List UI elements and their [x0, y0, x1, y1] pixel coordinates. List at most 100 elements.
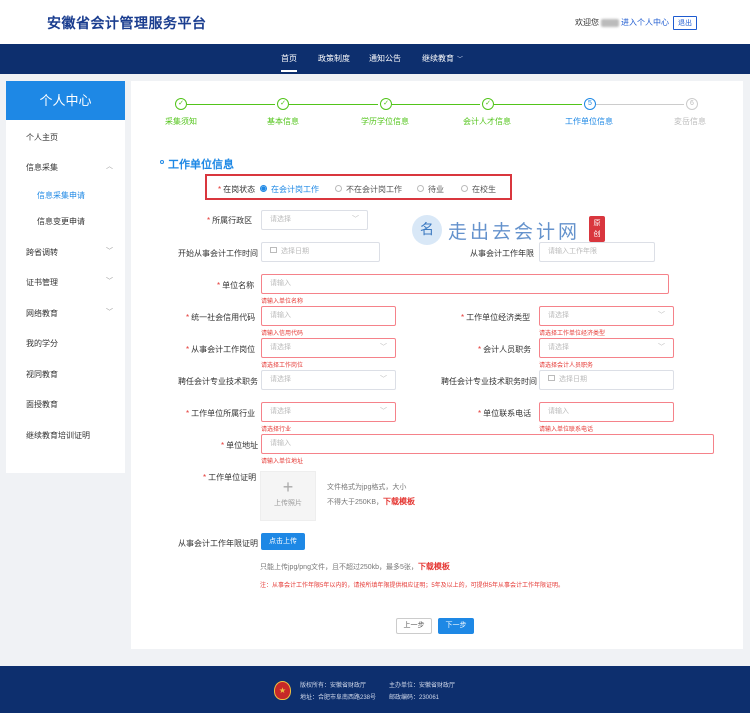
personal-center-link[interactable]: 进入个人中心 — [621, 18, 669, 27]
post-select[interactable]: 请选择 ﹀ — [261, 338, 396, 358]
start-time-label: 开始从事会计工作时间 — [178, 249, 258, 258]
years-input[interactable]: 请输入工作年限 — [539, 242, 655, 262]
sidebar-item-credits[interactable]: 我的学分 — [26, 338, 58, 349]
sidebar-item-equivalent-education[interactable]: 视同教育 — [26, 369, 58, 380]
address-error: 请输入单位地址 — [261, 459, 304, 465]
nav-policy[interactable]: 政策制度 — [318, 44, 350, 74]
footer-owner: 版权所有：安徽省财政厅 — [300, 683, 367, 689]
radio-unemployed[interactable]: 待业 — [417, 184, 444, 195]
step-label-notice: 采集须知 — [165, 117, 197, 126]
tech-time-datepicker[interactable]: 选择日期 — [539, 370, 674, 390]
region-label: * 所属行政区 — [207, 216, 253, 225]
proof-hint-line2: 不得大于250KB，下载模板 — [327, 497, 416, 506]
radio-circle-icon — [417, 185, 424, 193]
credit-code-error: 请输入信用代码 — [261, 331, 304, 337]
watermark-text: 走出去会计网 — [448, 221, 581, 243]
nav-continuing-education[interactable]: 继续教育 ﹀ — [422, 44, 463, 74]
staff-duty-select[interactable]: 请选择 ﹀ — [539, 338, 674, 358]
footer-address: 地址：合肥市阜南西路238号 — [300, 695, 377, 701]
upload-photo-label: 上传照片 — [274, 500, 302, 507]
unit-name-input[interactable]: 请输入 — [261, 274, 669, 294]
upload-button[interactable]: 点击上传 — [261, 533, 305, 550]
sidebar-item-transfer[interactable]: 跨省调转 — [26, 247, 58, 258]
prev-button[interactable]: 上一步 — [396, 618, 432, 634]
phone-input[interactable]: 请输入 — [539, 402, 674, 422]
radio-student[interactable]: 在校生 — [461, 184, 496, 195]
tech-time-label: 聘任会计专业技术职务时间 — [441, 377, 537, 386]
radio-on-duty-label: 在会计岗工作 — [271, 185, 319, 194]
username-redacted — [601, 18, 619, 27]
years-label: 从事会计工作年限 — [470, 249, 534, 258]
sidebar-item-inperson-education[interactable]: 面授教育 — [26, 399, 58, 410]
econ-type-select[interactable]: 请选择 ﹀ — [539, 306, 674, 326]
region-select[interactable]: 请选择 ﹀ — [261, 210, 368, 230]
industry-error: 请选择行业 — [261, 427, 292, 433]
chevron-down-icon: ﹀ — [457, 57, 464, 63]
photo-upload-box[interactable]: + 上传照片 — [260, 471, 316, 521]
sidebar-item-certificates[interactable]: 证书管理 — [26, 277, 58, 288]
watermark-logo-icon: 名 — [412, 215, 442, 245]
years-proof-note: 注：从事会计工作年限5年以内的，请按所填年限提供相应证明；5年及以上的，可提供5… — [260, 583, 565, 589]
chevron-down-icon: ﹀ — [352, 216, 359, 223]
logout-button[interactable]: 退出 — [673, 16, 697, 30]
sidebar-item-info-collect[interactable]: 信息采集 — [26, 162, 58, 173]
user-welcome: 欢迎您 进入个人中心 退出 — [575, 16, 697, 30]
check-icon: ✓ — [277, 98, 289, 110]
unit-name-error: 请输入单位名称 — [261, 299, 304, 305]
step-connector — [494, 104, 582, 105]
address-input[interactable]: 请输入 — [261, 434, 714, 454]
welcome-prefix: 欢迎您 — [575, 18, 599, 27]
phone-label: * 单位联系电话 — [478, 409, 532, 418]
econ-type-label: * 工作单位经济类型 — [461, 313, 531, 322]
nav-notice-label: 通知公告 — [369, 54, 401, 63]
step-label-basic: 基本信息 — [267, 117, 299, 126]
years-proof-label: 从事会计工作年限证明 — [178, 539, 258, 548]
years-proof-download-link[interactable]: 下载模板 — [418, 562, 450, 571]
radio-circle-icon — [335, 185, 342, 193]
sidebar-item-online-education[interactable]: 网络教育 — [26, 308, 58, 319]
next-button[interactable]: 下一步 — [438, 618, 474, 634]
chevron-down-icon: ﹀ — [106, 278, 113, 285]
check-icon: ✓ — [175, 98, 187, 110]
footer-sponsor: 主办单位：安徽省财政厅 — [389, 683, 456, 689]
tech-post-select[interactable]: 请选择 ﹀ — [261, 370, 396, 390]
top-header: 安徽省会计管理服务平台 欢迎您 进入个人中心 退出 — [0, 0, 750, 44]
watermark-seal: 原创 — [589, 216, 605, 242]
unit-name-label: * 单位名称 — [217, 281, 255, 290]
check-icon: ✓ — [482, 98, 494, 110]
nav-home[interactable]: 首页 — [281, 44, 297, 74]
nav-notice[interactable]: 通知公告 — [369, 44, 401, 74]
step-6-number: 6 — [686, 98, 698, 110]
industry-select[interactable]: 请选择 ﹀ — [261, 402, 396, 422]
radio-circle-icon — [461, 185, 468, 193]
sidebar-item-home[interactable]: 个人主页 — [26, 132, 58, 143]
step-label-education: 学历学位信息 — [361, 117, 409, 126]
credit-code-label: * 统一社会信用代码 — [186, 313, 256, 322]
tech-post-label: 聘任会计专业技术职务 — [178, 377, 258, 386]
national-emblem-icon: ★ — [274, 681, 291, 700]
section-dot-icon — [160, 160, 164, 165]
nav-education-label: 继续教育 — [422, 54, 454, 63]
radio-off-duty[interactable]: 不在会计岗工作 — [335, 184, 402, 195]
credit-code-input[interactable]: 请输入 — [261, 306, 396, 326]
chevron-down-icon: ﹀ — [380, 344, 387, 351]
radio-circle-icon — [260, 185, 267, 193]
footer-postcode: 邮政编码：230061 — [389, 695, 440, 701]
status-label: * 在岗状态 — [218, 185, 256, 194]
proof-download-link[interactable]: 下载模板 — [383, 497, 415, 506]
step-label-change: 変岳信息 — [674, 117, 706, 126]
chevron-down-icon: ﹀ — [658, 312, 665, 319]
sidebar-item-change-apply[interactable]: 信息变更申请 — [37, 216, 85, 227]
sidebar-item-training-certificate[interactable]: 继续教育培训证明 — [26, 430, 90, 441]
radio-student-label: 在校生 — [472, 185, 496, 194]
sidebar-item-collect-apply[interactable]: 信息采集申请 — [37, 190, 85, 201]
econ-type-error: 请选择工作单位经济类型 — [539, 331, 606, 337]
start-time-datepicker[interactable]: 选择日期 — [261, 242, 380, 262]
address-label: * 单位地址 — [221, 441, 259, 450]
sidebar: 个人中心 个人主页 信息采集 ︿ 信息采集申请 信息变更申请 跨省调转 ﹀ 证书… — [6, 81, 125, 473]
calendar-icon — [548, 375, 555, 382]
radio-on-duty[interactable]: 在会计岗工作 — [260, 184, 319, 195]
chevron-down-icon: ﹀ — [106, 248, 113, 255]
phone-error: 请输入单位联系电话 — [539, 427, 594, 433]
step-connector — [596, 104, 684, 105]
